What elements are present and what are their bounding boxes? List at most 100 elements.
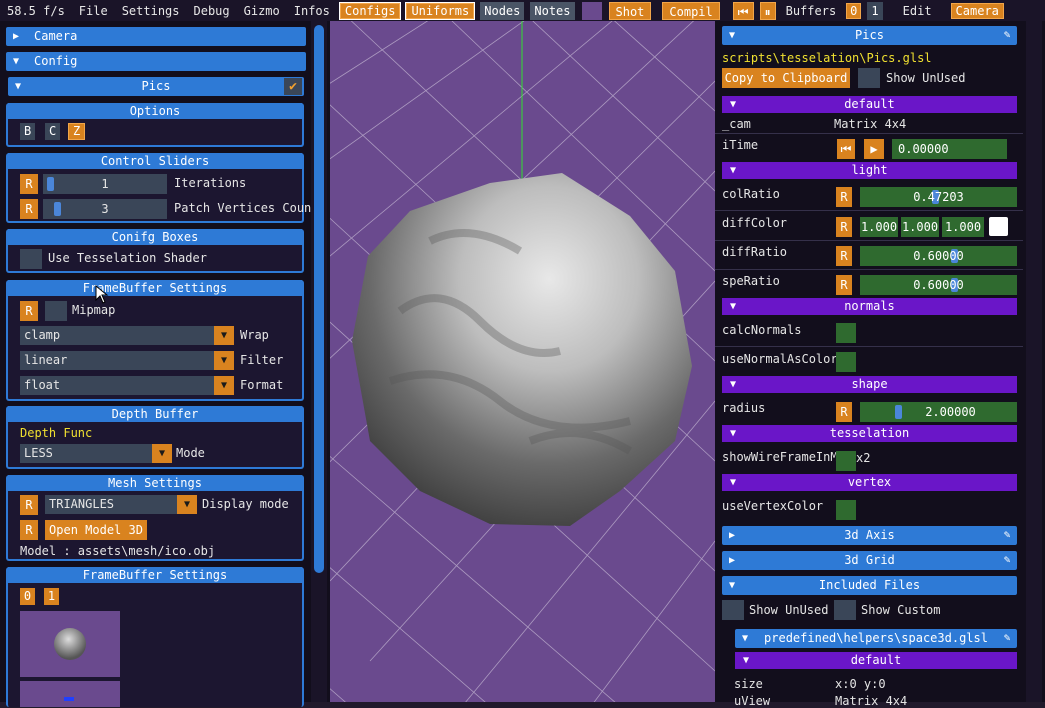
left-scrollbar-thumb[interactable] [314, 25, 324, 573]
radius-slider-grab[interactable] [894, 405, 902, 419]
3d-grid-header[interactable]: ▶ 3d Grid ✎ [722, 551, 1017, 570]
right-scrollbar[interactable] [1026, 21, 1042, 702]
normals-group-header[interactable]: ▼ normals [722, 298, 1017, 315]
radius-slider[interactable]: 2.00000 [860, 402, 1017, 422]
notes-button[interactable]: Notes [530, 1, 575, 20]
shape-group-header[interactable]: ▼ shape [722, 376, 1017, 393]
buffer-preview-image[interactable] [20, 611, 120, 677]
configs-button[interactable]: Configs [338, 1, 402, 20]
pencil-icon[interactable]: ✎ [1000, 28, 1014, 42]
pencil-icon[interactable]: ✎ [1000, 631, 1014, 645]
show-unused-2-checkbox[interactable] [722, 600, 744, 620]
left-scrollbar[interactable] [311, 21, 327, 702]
nodes-button[interactable]: Nodes [480, 1, 525, 20]
option-c-button[interactable]: C [45, 123, 61, 140]
pencil-icon[interactable]: ✎ [1000, 553, 1014, 567]
uview-label: uView [734, 694, 771, 708]
space3d-header[interactable]: ▼ predefined\helpers\space3d.glsl ✎ [735, 629, 1017, 648]
chevron-down-icon[interactable]: ▼ [214, 376, 234, 395]
radius-reset-button[interactable]: R [836, 402, 852, 422]
diffratio-slider[interactable]: 0.60000 [860, 246, 1017, 266]
buffer-0-button[interactable]: 0 [846, 2, 862, 19]
tesselation-checkbox[interactable] [20, 249, 42, 269]
patch-reset-button[interactable]: R [20, 199, 38, 219]
filter-select[interactable]: linear ▼ [20, 351, 234, 370]
model-reset-button[interactable]: R [20, 520, 38, 540]
diffcolor-b-field[interactable]: 1.000 [942, 217, 984, 237]
chevron-down-icon[interactable]: ▼ [214, 351, 234, 370]
pics-header[interactable]: ▼ Pics ✔ [8, 77, 304, 96]
menu-edit[interactable]: Edit [896, 4, 939, 18]
preview-buffer-0-button[interactable]: 0 [20, 588, 35, 605]
iterations-slider[interactable]: 1 [43, 174, 167, 194]
vertex-group-header[interactable]: ▼ vertex [722, 474, 1017, 491]
speratio-reset-button[interactable]: R [836, 275, 852, 295]
calcnormals-checkbox[interactable] [836, 323, 856, 343]
menu-gizmo[interactable]: Gizmo [237, 4, 287, 18]
open-model-button[interactable]: Open Model 3D [45, 520, 147, 540]
3d-viewport[interactable] [330, 21, 715, 702]
format-select[interactable]: float ▼ [20, 376, 234, 395]
patch-vertices-slider[interactable]: 3 [43, 199, 167, 219]
itime-field[interactable]: 0.00000 [892, 139, 1007, 159]
3d-axis-header[interactable]: ▶ 3d Axis ✎ [722, 526, 1017, 545]
chevron-down-icon[interactable]: ▼ [214, 326, 234, 345]
row-divider [715, 346, 1023, 347]
rewind-icon[interactable]: ⏮ [732, 1, 754, 20]
menu-file[interactable]: File [72, 4, 115, 18]
vertex-group-label: vertex [847, 475, 892, 489]
preview-buffer-1-button[interactable]: 1 [44, 588, 59, 605]
compil-button[interactable]: Compil [662, 1, 720, 20]
tesselation-group-header[interactable]: ▼ tesselation [722, 425, 1017, 442]
wireframe-checkbox[interactable] [836, 451, 856, 471]
included-files-header[interactable]: ▼ Included Files [722, 576, 1017, 595]
chevron-down-icon[interactable]: ▼ [177, 495, 197, 514]
usevertex-checkbox[interactable] [836, 500, 856, 520]
pause-icon[interactable]: ⏸ [759, 1, 776, 20]
mipmap-checkbox[interactable] [45, 301, 67, 321]
display-mode-reset-button[interactable]: R [20, 495, 38, 515]
iterations-slider-grab[interactable] [47, 177, 55, 191]
light-group-header[interactable]: ▼ light [722, 162, 1017, 179]
uniforms-button[interactable]: Uniforms [405, 1, 476, 20]
itime-rewind-icon[interactable]: ⏮ [837, 139, 855, 159]
diffratio-reset-button[interactable]: R [836, 246, 852, 266]
shot-button[interactable]: Shot [608, 1, 652, 20]
itime-play-icon[interactable]: ▶ [864, 139, 884, 159]
menu-debug[interactable]: Debug [187, 4, 237, 18]
diffcolor-reset-button[interactable]: R [836, 217, 852, 237]
chevron-down-icon[interactable]: ▼ [152, 444, 172, 463]
usenormal-checkbox[interactable] [836, 352, 856, 372]
speratio-slider[interactable]: 0.60000 [860, 275, 1017, 295]
buffer-preview-image-2[interactable] [20, 681, 120, 707]
show-custom-checkbox[interactable] [834, 600, 856, 620]
show-unused-checkbox[interactable] [858, 68, 880, 88]
mipmap-reset-button[interactable]: R [20, 301, 38, 321]
config-header[interactable]: ▼ Config [6, 52, 306, 71]
option-z-button[interactable]: Z [68, 123, 86, 140]
diffcolor-g-field[interactable]: 1.000 [901, 217, 939, 237]
pencil-icon[interactable]: ✎ [1000, 528, 1014, 542]
iterations-reset-button[interactable]: R [20, 174, 38, 194]
color-swatch-button[interactable] [581, 1, 602, 20]
menu-infos[interactable]: Infos [287, 4, 337, 18]
pics-uniforms-header[interactable]: ▼ Pics ✎ [722, 26, 1017, 45]
camera-button[interactable]: Camera [950, 2, 1004, 19]
diffcolor-swatch[interactable] [989, 217, 1008, 236]
camera-header[interactable]: ▶ Camera [6, 27, 306, 46]
depth-mode-select[interactable]: LESS ▼ [20, 444, 172, 463]
default-group-header[interactable]: ▼ default [722, 96, 1017, 113]
option-b-button[interactable]: B [20, 123, 36, 140]
colratio-reset-button[interactable]: R [836, 187, 852, 207]
patch-slider-grab[interactable] [54, 202, 62, 216]
copy-clipboard-button[interactable]: Copy to Clipboard [722, 68, 850, 88]
shape-group-label: shape [851, 377, 888, 391]
checkmark-icon[interactable]: ✔ [284, 78, 302, 95]
display-mode-select[interactable]: TRIANGLES ▼ [45, 495, 197, 514]
diffcolor-r-field[interactable]: 1.000 [860, 217, 898, 237]
wrap-select[interactable]: clamp ▼ [20, 326, 234, 345]
default-2-group-header[interactable]: ▼ default [735, 652, 1017, 669]
menu-settings[interactable]: Settings [115, 4, 187, 18]
buffer-1-button[interactable]: 1 [867, 1, 883, 20]
colratio-slider[interactable]: 0.47203 [860, 187, 1017, 207]
